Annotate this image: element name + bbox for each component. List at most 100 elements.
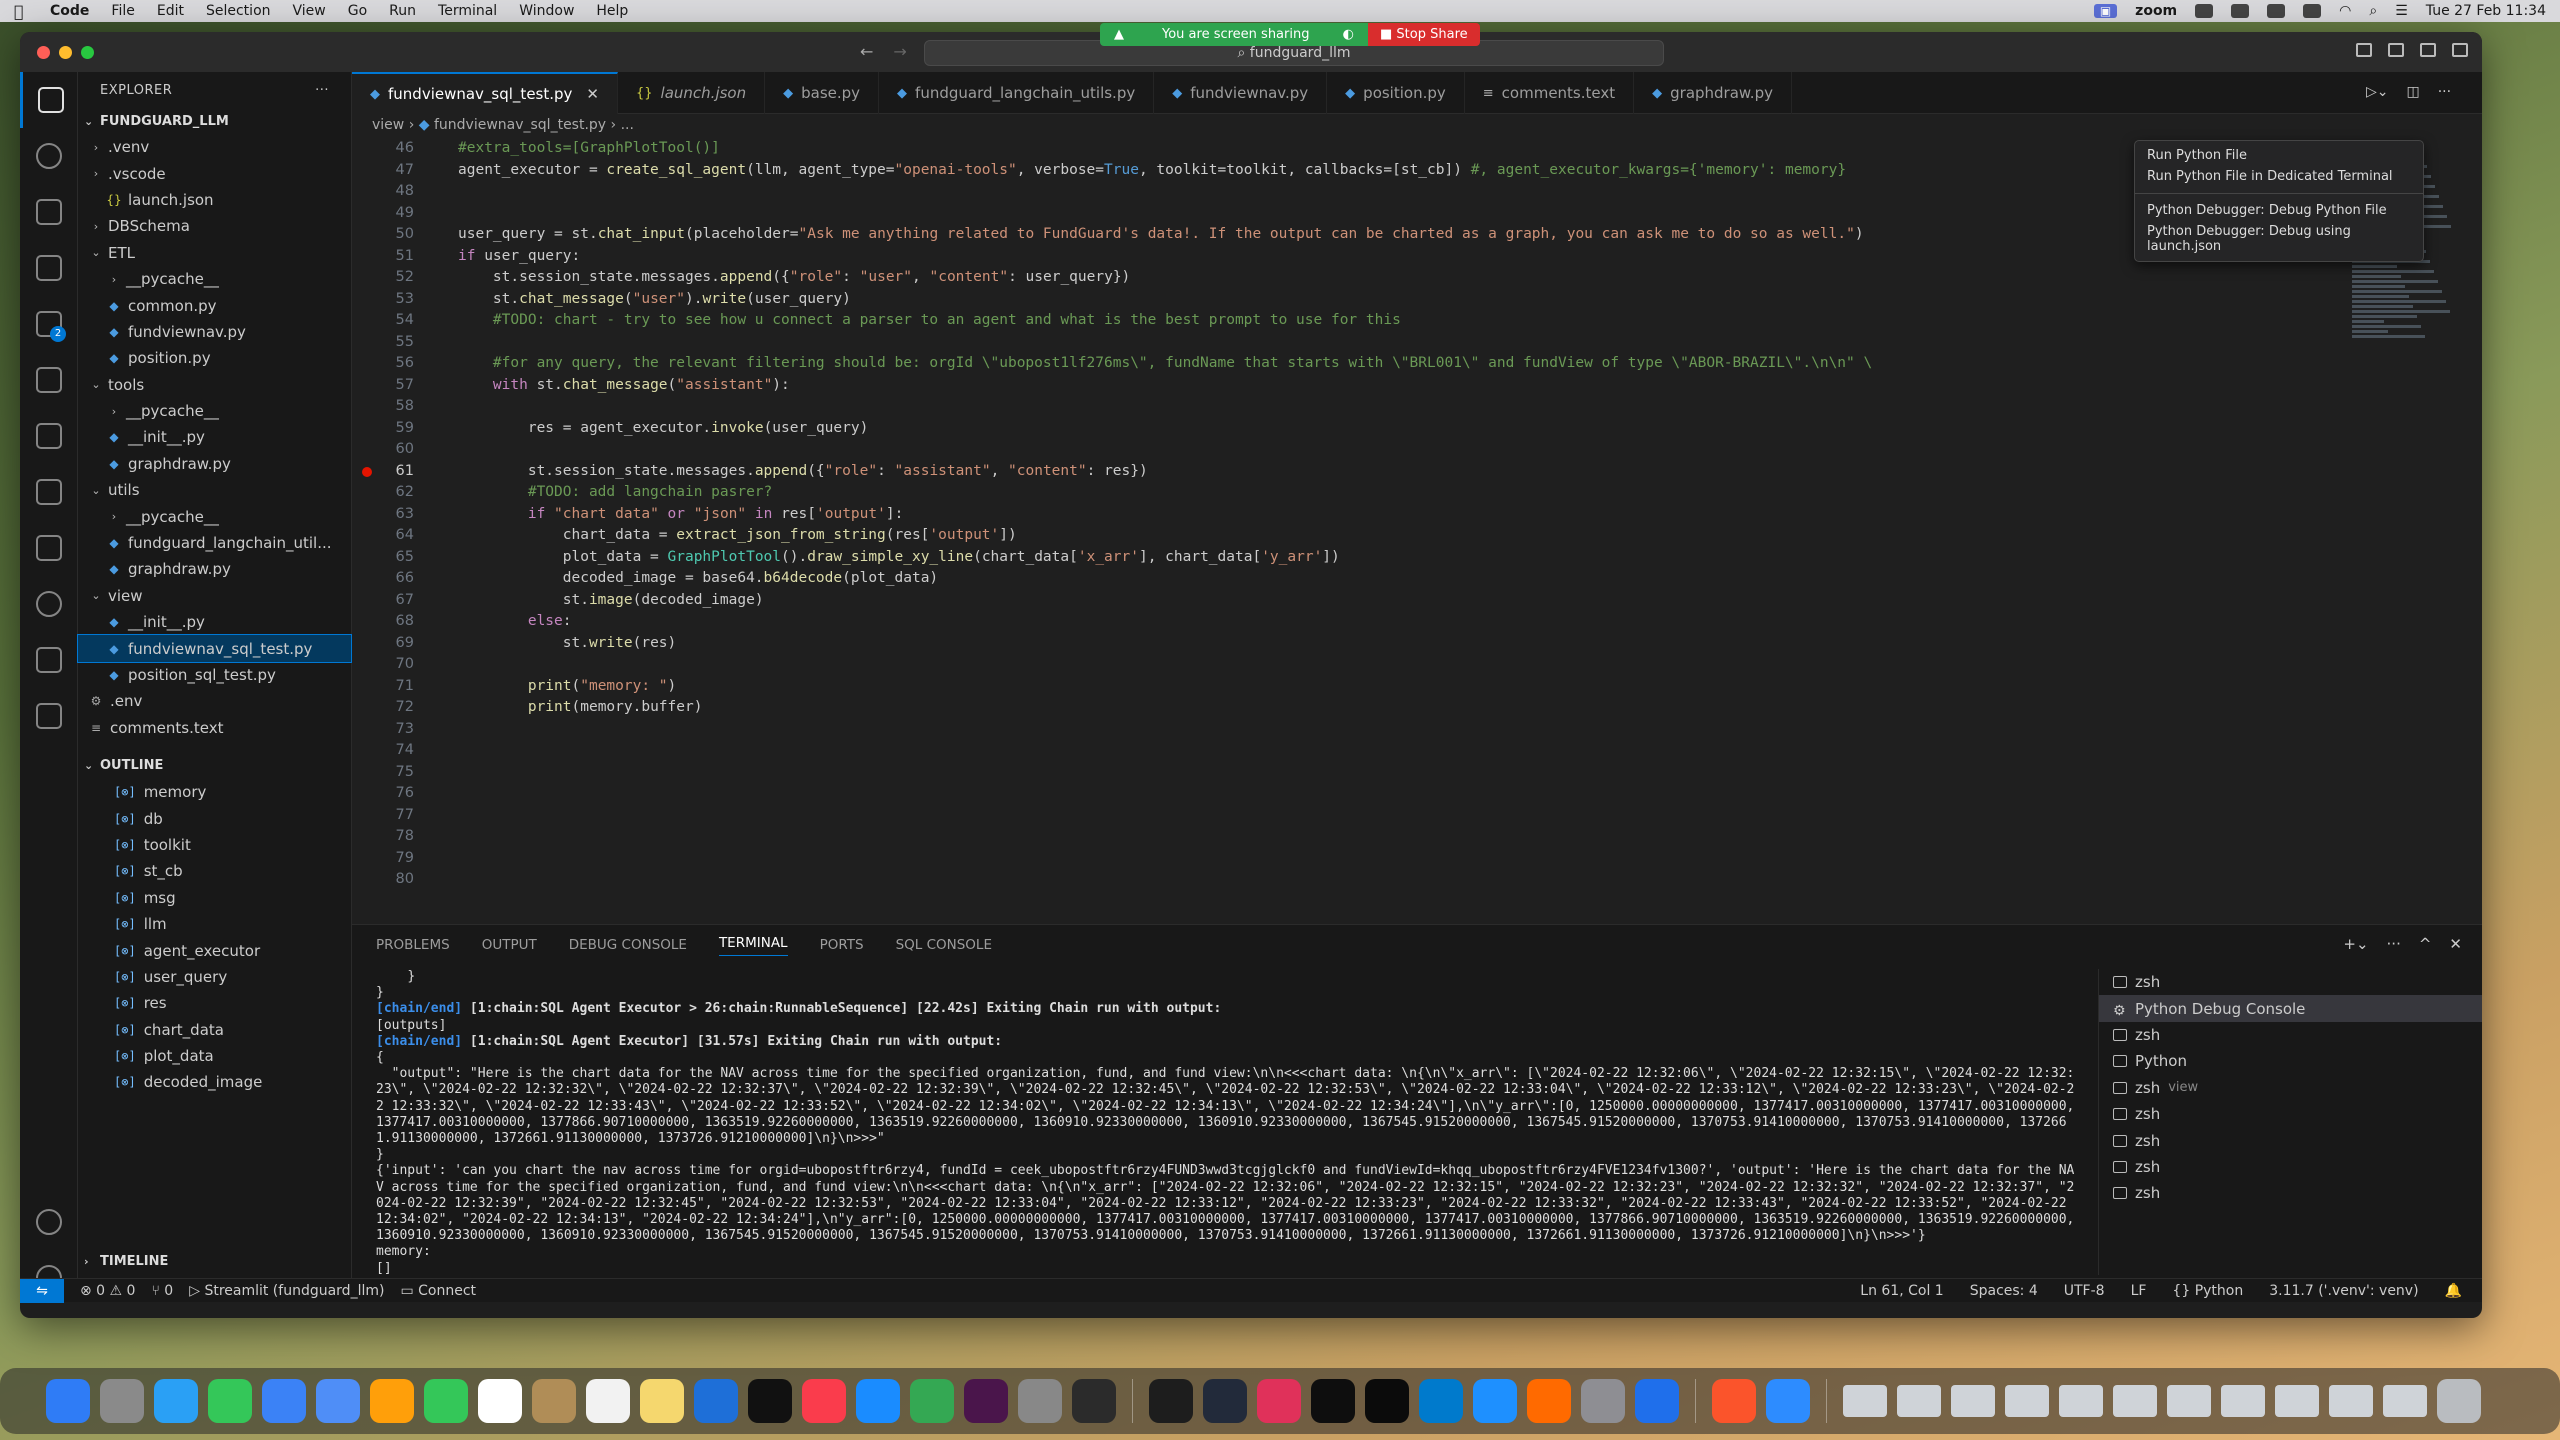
panel-tab-output[interactable]: OUTPUT	[482, 937, 537, 953]
breadcrumb-item[interactable]: view	[372, 117, 404, 133]
code-line[interactable]: 79	[352, 848, 2482, 870]
code-line[interactable]: 61 st.session_state.messages.append({"ro…	[352, 461, 2482, 483]
dock-app-icon[interactable]	[1149, 1379, 1193, 1423]
code-line[interactable]: 77	[352, 805, 2482, 827]
dock-app-icon[interactable]	[1766, 1379, 1810, 1423]
cursor-position[interactable]: Ln 61, Col 1	[1860, 1283, 1943, 1299]
toggle-secondary-sidebar-icon[interactable]	[2420, 43, 2436, 57]
panel-tab-ports[interactable]: PORTS	[820, 937, 864, 953]
outline-item[interactable]: [⊗] chart_data	[78, 1017, 351, 1043]
code-line[interactable]: 78	[352, 826, 2482, 848]
line-number[interactable]: 47	[352, 160, 428, 182]
breadcrumb-item[interactable]: fundviewnav_sql_test.py	[434, 117, 606, 133]
terminal-instance[interactable]: zsh	[2099, 1022, 2482, 1048]
dock-app-icon[interactable]	[1527, 1379, 1571, 1423]
dock-window-thumbnail[interactable]	[2059, 1385, 2103, 1417]
line-number[interactable]: 52	[352, 267, 428, 289]
code-line[interactable]: 57 with st.chat_message("assistant"):	[352, 375, 2482, 397]
outline-item[interactable]: [⊗] agent_executor	[78, 937, 351, 963]
dock-app-icon[interactable]	[1257, 1379, 1301, 1423]
control-center-icon[interactable]: ☰	[2395, 3, 2408, 19]
dock-window-thumbnail[interactable]	[1951, 1385, 1995, 1417]
code-line[interactable]: 64 chart_data = extract_json_from_string…	[352, 525, 2482, 547]
status-icon[interactable]	[2195, 4, 2214, 18]
connect-status[interactable]: ▭ Connect	[400, 1283, 476, 1299]
line-number[interactable]: 68	[352, 611, 428, 633]
outline-item[interactable]: [⊗] st_cb	[78, 858, 351, 884]
code-line[interactable]: 60	[352, 439, 2482, 461]
panel-tab-sql-console[interactable]: SQL CONSOLE	[896, 937, 992, 953]
tab-position-py[interactable]: ◆ position.py	[1327, 72, 1465, 114]
dock-app-icon[interactable]	[802, 1379, 846, 1423]
notifications-icon[interactable]: 🔔	[2445, 1283, 2462, 1299]
explorer-activity[interactable]	[20, 72, 78, 128]
code-line[interactable]: 54 #TODO: chart - try to see how u conne…	[352, 310, 2482, 332]
panel-tab-debug-console[interactable]: DEBUG CONSOLE	[569, 937, 687, 953]
line-number[interactable]: 77	[352, 805, 428, 827]
line-number[interactable]: 79	[352, 848, 428, 870]
terminal-instance[interactable]: zsh	[2099, 1127, 2482, 1153]
code-line[interactable]: 55	[352, 332, 2482, 354]
dock-app-icon[interactable]	[532, 1379, 576, 1423]
docker-activity[interactable]	[20, 464, 78, 520]
folder-item[interactable]: › __pycache__	[78, 398, 351, 424]
dock-window-thumbnail[interactable]	[2275, 1385, 2319, 1417]
line-number[interactable]: 70	[352, 654, 428, 676]
file-item[interactable]: ◆ fundviewnav_sql_test.py	[77, 634, 352, 663]
code-line[interactable]: 62 #TODO: add langchain pasrer?	[352, 482, 2482, 504]
breadcrumb-item[interactable]: ...	[621, 117, 634, 133]
line-number[interactable]: 58	[352, 396, 428, 418]
trash-icon[interactable]	[2437, 1379, 2481, 1423]
encoding[interactable]: UTF-8	[2064, 1283, 2105, 1299]
dock-window-thumbnail[interactable]	[2329, 1385, 2373, 1417]
dock-app-icon[interactable]	[370, 1379, 414, 1423]
menu-help[interactable]: Help	[596, 3, 628, 19]
terminal-output[interactable]: } } [chain/end] [1:chain:SQL Agent Execu…	[376, 969, 2076, 1275]
tab-comments-text[interactable]: ≡ comments.text	[1465, 72, 1635, 114]
file-item[interactable]: ◆ __init__.py	[78, 609, 351, 635]
dock-app-icon[interactable]	[856, 1379, 900, 1423]
dock-app-icon[interactable]	[748, 1379, 792, 1423]
dock-window-thumbnail[interactable]	[2221, 1385, 2265, 1417]
file-item[interactable]: ◆ graphdraw.py	[78, 451, 351, 477]
code-line[interactable]: 69 st.write(res)	[352, 633, 2482, 655]
tab-fundviewnav-sql-test-py[interactable]: ◆ fundviewnav_sql_test.py ✕	[352, 72, 618, 114]
run-menu-item[interactable]: Run Python File	[2135, 145, 2423, 166]
menu-code[interactable]: Code	[50, 3, 89, 19]
menu-edit[interactable]: Edit	[157, 3, 184, 19]
line-ending[interactable]: LF	[2131, 1283, 2147, 1299]
line-number[interactable]: 59	[352, 418, 428, 440]
sharing-indicator[interactable]: ▲ You are screen sharing ◐	[1100, 22, 1368, 46]
code-line[interactable]: 56 #for any query, the relevant filterin…	[352, 353, 2482, 375]
dock-app-icon[interactable]	[208, 1379, 252, 1423]
file-item[interactable]: ◆ fundviewnav.py	[78, 319, 351, 345]
folder-item[interactable]: ⌄ tools	[78, 372, 351, 398]
line-number[interactable]: 51	[352, 246, 428, 268]
testing-activity[interactable]	[20, 408, 78, 464]
line-number[interactable]: 69	[352, 633, 428, 655]
line-number[interactable]: 49	[352, 203, 428, 225]
line-number[interactable]: 78	[352, 826, 428, 848]
tab-base-py[interactable]: ◆ base.py	[765, 72, 880, 114]
folder-item[interactable]: › .venv	[78, 134, 351, 160]
outline-item[interactable]: [⊗] decoded_image	[78, 1069, 351, 1095]
dock-app-icon[interactable]	[694, 1379, 738, 1423]
dock-app-icon[interactable]	[478, 1379, 522, 1423]
menu-file[interactable]: File	[111, 3, 134, 19]
code-line[interactable]: 72 print(memory.buffer)	[352, 697, 2482, 719]
line-number[interactable]: 54	[352, 310, 428, 332]
close-icon[interactable]: ✕	[586, 85, 599, 103]
clock[interactable]: Tue 27 Feb 11:34	[2426, 3, 2546, 19]
dock-app-icon[interactable]	[316, 1379, 360, 1423]
line-number[interactable]: 53	[352, 289, 428, 311]
folder-item[interactable]: › .vscode	[78, 160, 351, 186]
status-icon[interactable]	[2267, 4, 2286, 18]
folder-item[interactable]: ⌄ utils	[78, 477, 351, 503]
outline-item[interactable]: [⊗] msg	[78, 885, 351, 911]
dock-app-icon[interactable]	[1635, 1379, 1679, 1423]
outline-item[interactable]: [⊗] res	[78, 990, 351, 1016]
more-actions-icon[interactable]: ···	[2438, 84, 2451, 100]
line-number[interactable]: 73	[352, 719, 428, 741]
menu-run[interactable]: Run	[389, 3, 416, 19]
run-menu-item[interactable]: Run Python File in Dedicated Terminal	[2135, 166, 2423, 187]
